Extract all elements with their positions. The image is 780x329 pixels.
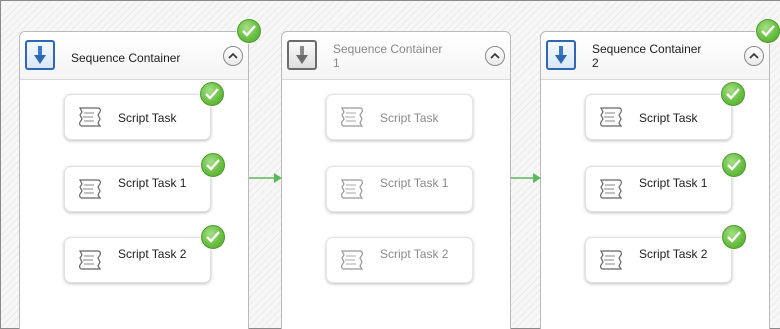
script-task-2[interactable]: Script Task 2 (326, 237, 473, 283)
task-label: Script Task 1 (118, 176, 187, 190)
container-0-task-0-checkmark-icon (200, 82, 224, 106)
script-task-2[interactable]: Script Task 2 (64, 237, 211, 283)
script-task-1[interactable]: Script Task 1 (326, 166, 473, 212)
precedence-connector-0-1[interactable] (249, 171, 283, 185)
task-label: Script Task 2 (639, 247, 708, 261)
container-header[interactable]: Sequence Container 1 (282, 32, 510, 80)
script-task-icon (597, 248, 625, 277)
script-task-icon (597, 105, 625, 134)
task-label: Script Task (380, 111, 439, 125)
task-label: Script Task 2 (118, 247, 187, 261)
container-header[interactable]: Sequence Container 2 (541, 32, 769, 80)
script-task-icon (76, 105, 104, 134)
script-task-icon (338, 177, 366, 206)
container-2-task-0-checkmark-icon (721, 82, 745, 106)
script-task-icon (76, 248, 104, 277)
script-task-icon (597, 177, 625, 206)
script-task-2[interactable]: Script Task 2 (585, 237, 732, 283)
sequence-container-0[interactable]: Sequence Container Script Task Script Ta… (19, 31, 249, 329)
collapse-button[interactable] (223, 46, 243, 66)
container-2-success-checkmark-icon (756, 19, 780, 43)
container-2-task-2-checkmark-icon (722, 225, 746, 249)
task-label: Script Task 1 (639, 176, 708, 190)
collapse-button[interactable] (744, 46, 764, 66)
precedence-connector-1-2[interactable] (511, 171, 542, 185)
script-task-icon (76, 177, 104, 206)
script-task-0[interactable]: Script Task (326, 94, 473, 140)
script-task-0[interactable]: Script Task (64, 94, 211, 140)
task-label: Script Task 2 (380, 247, 449, 261)
sequence-container-2[interactable]: Sequence Container 2 Script Task Script … (540, 31, 770, 329)
task-label: Script Task 1 (380, 176, 449, 190)
task-label: Script Task (118, 111, 177, 125)
container-0-task-2-checkmark-icon (201, 225, 225, 249)
task-label: Script Task (639, 111, 698, 125)
container-2-task-1-checkmark-icon (722, 153, 746, 177)
sequence-container-icon (546, 40, 576, 70)
collapse-button[interactable] (485, 46, 505, 66)
container-header[interactable]: Sequence Container (20, 32, 248, 80)
design-canvas[interactable]: Sequence Container Script Task Script Ta… (0, 0, 780, 329)
container-0-success-checkmark-icon (237, 19, 261, 43)
container-title: Sequence Container (71, 51, 181, 65)
sequence-container-1[interactable]: Sequence Container 1 Script Task Script … (281, 31, 511, 329)
script-task-icon (338, 105, 366, 134)
script-task-icon (338, 248, 366, 277)
script-task-1[interactable]: Script Task 1 (64, 166, 211, 212)
container-title: Sequence Container 1 (333, 42, 443, 70)
sequence-container-icon (25, 40, 55, 70)
script-task-1[interactable]: Script Task 1 (585, 166, 732, 212)
container-0-task-1-checkmark-icon (201, 153, 225, 177)
script-task-0[interactable]: Script Task (585, 94, 732, 140)
sequence-container-icon (287, 40, 317, 70)
container-title: Sequence Container 2 (592, 42, 702, 70)
